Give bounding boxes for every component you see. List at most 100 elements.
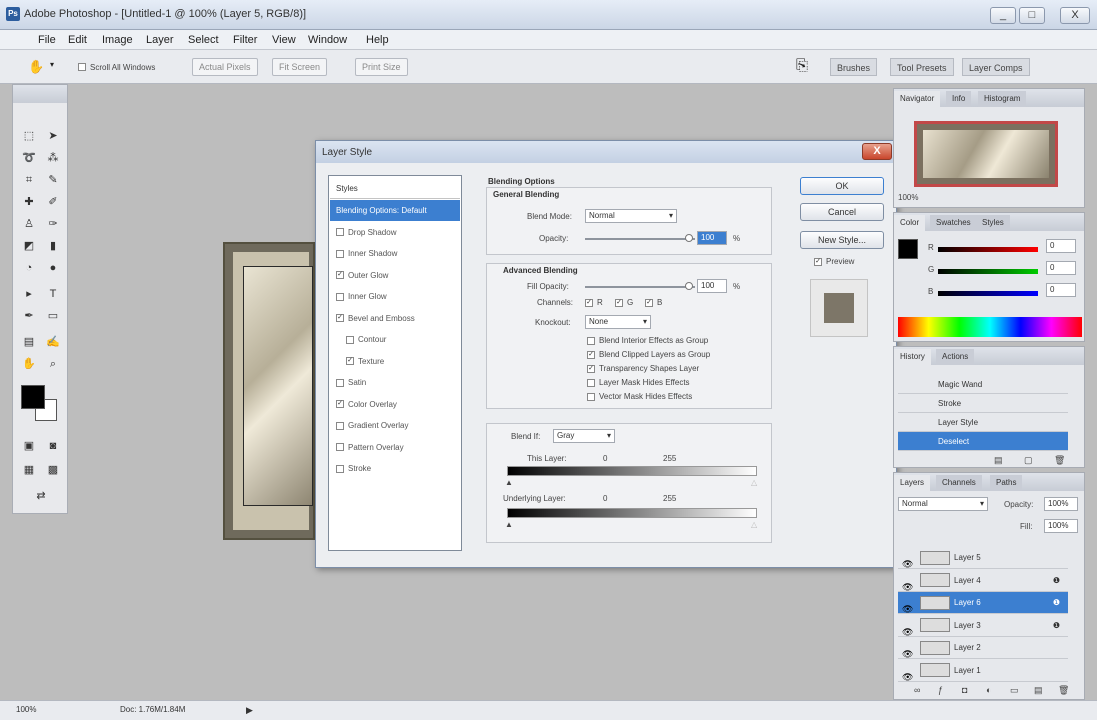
tab-styles[interactable]: Styles — [976, 215, 1010, 231]
add-style-icon[interactable]: ƒ — [938, 685, 943, 695]
notes-tool-icon[interactable]: ▤ — [19, 333, 39, 351]
eraser-tool-icon[interactable]: ◩ — [19, 237, 39, 255]
crop-tool-icon[interactable]: ⌗ — [19, 171, 39, 189]
style-checkbox[interactable] — [336, 443, 344, 452]
color-b-input[interactable]: 0 — [1046, 283, 1076, 297]
advanced-option[interactable]: Layer Mask Hides Effects — [587, 378, 690, 387]
advanced-option[interactable]: Blend Interior Effects as Group — [587, 336, 708, 345]
channel-g[interactable]: ✓ G — [615, 298, 633, 307]
advanced-option[interactable]: Vector Mask Hides Effects — [587, 392, 692, 401]
layer-effects-icon[interactable]: ❶ — [1053, 615, 1060, 637]
quick-mask-icon[interactable]: ◙ — [43, 437, 63, 455]
path-selection-icon[interactable]: ▸ — [19, 285, 39, 303]
advanced-option-checkbox[interactable] — [587, 378, 595, 387]
fill-opacity-slider[interactable] — [585, 286, 695, 288]
delete-layer-icon[interactable]: 🗑 — [1058, 685, 1069, 696]
advanced-option-checkbox[interactable] — [587, 392, 595, 401]
style-checkbox[interactable]: ✓ — [336, 400, 344, 409]
advanced-option-checkbox[interactable]: ✓ — [587, 364, 595, 373]
layer-row[interactable]: 👁 Layer 3❶ — [898, 615, 1068, 637]
tab-color[interactable]: Color — [894, 215, 926, 231]
style-checkbox[interactable]: ✓ — [336, 314, 344, 323]
print-size-button[interactable]: Print Size — [355, 58, 408, 76]
scroll-all-option[interactable]: Scroll All Windows — [78, 62, 155, 73]
shape-tool-icon[interactable]: ▭ — [43, 307, 63, 325]
fullscreen-mode-icon[interactable]: ▩ — [43, 461, 63, 479]
tab-tool-presets[interactable]: Tool Presets — [890, 58, 954, 76]
history-new-document-icon[interactable]: ▢ — [1024, 455, 1033, 466]
style-item[interactable]: Gradient Overlay — [330, 415, 460, 436]
menu-select[interactable]: Select — [188, 34, 219, 46]
advanced-option-checkbox[interactable] — [587, 336, 595, 345]
color-b-slider[interactable] — [938, 291, 1038, 296]
history-item[interactable]: Stroke — [898, 394, 1068, 413]
new-group-icon[interactable]: ▭ — [1010, 685, 1019, 696]
tab-actions[interactable]: Actions — [936, 349, 975, 365]
type-tool-icon[interactable]: T — [43, 285, 63, 303]
menu-edit[interactable]: Edit — [68, 34, 87, 46]
styles-header[interactable]: Styles — [330, 178, 460, 199]
navigator-thumbnail[interactable] — [914, 121, 1058, 187]
dodge-tool-icon[interactable]: ● — [43, 259, 63, 277]
style-checkbox[interactable] — [336, 228, 344, 237]
opacity-slider-thumb[interactable] — [685, 234, 693, 242]
this-layer-high-handle-icon[interactable]: △ — [751, 478, 757, 487]
style-checkbox[interactable] — [336, 378, 344, 387]
tab-swatches[interactable]: Swatches — [930, 215, 977, 231]
layer-row[interactable]: 👁 Layer 6❶ — [898, 592, 1068, 614]
preview-option[interactable]: ✓ Preview — [814, 257, 854, 266]
underlying-low-handle-icon[interactable]: ▲ — [505, 520, 513, 529]
menu-view[interactable]: View — [272, 34, 296, 46]
history-delete-icon[interactable]: 🗑 — [1054, 455, 1065, 466]
style-item[interactable]: Contour — [330, 329, 460, 350]
style-item[interactable]: ✓ Bevel and Emboss — [330, 308, 460, 329]
advanced-option[interactable]: ✓ Transparency Shapes Layer — [587, 364, 699, 373]
layer-row[interactable]: 👁 Layer 5 — [898, 547, 1068, 569]
history-new-snapshot-icon[interactable]: ▤ — [994, 455, 1003, 466]
close-button[interactable]: X — [1060, 7, 1090, 24]
style-item[interactable]: Inner Glow — [330, 286, 460, 307]
clone-stamp-icon[interactable]: ♙ — [19, 215, 39, 233]
new-style-button[interactable]: New Style... — [800, 231, 884, 249]
status-arrow-icon[interactable]: ▶ — [246, 705, 253, 716]
underlying-high-handle-icon[interactable]: △ — [751, 520, 757, 529]
eye-icon[interactable]: 👁 — [902, 666, 913, 688]
chevron-down-icon[interactable]: ▾ — [50, 60, 54, 69]
tab-layers[interactable]: Layers — [894, 475, 931, 491]
style-checkbox[interactable] — [346, 335, 354, 344]
layer-opacity-input[interactable]: 100% — [1044, 497, 1078, 511]
color-foreground-swatch[interactable] — [898, 239, 918, 259]
layer-effects-icon[interactable]: ❶ — [1053, 592, 1060, 614]
layer-row[interactable]: 👁 Layer 4❶ — [898, 570, 1068, 592]
style-item[interactable]: ✓ Color Overlay — [330, 394, 460, 415]
menu-file[interactable]: File — [38, 34, 56, 46]
style-item[interactable]: ✓ Outer Glow — [330, 265, 460, 286]
tab-channels[interactable]: Channels — [936, 475, 982, 491]
minimize-button[interactable]: _ — [990, 7, 1016, 24]
lasso-tool-icon[interactable]: ➰ — [19, 149, 39, 167]
style-checkbox[interactable] — [336, 421, 344, 430]
menu-window[interactable]: Window — [308, 34, 347, 46]
dialog-close-button[interactable]: X — [862, 143, 892, 160]
layer-row[interactable]: 👁 Layer 2 — [898, 637, 1068, 659]
advanced-option-checkbox[interactable]: ✓ — [587, 350, 595, 359]
color-r-slider[interactable] — [938, 247, 1038, 252]
foreground-color-swatch-top[interactable] — [21, 385, 45, 409]
style-checkbox[interactable] — [336, 292, 344, 301]
menu-layer[interactable]: Layer — [146, 34, 174, 46]
style-item[interactable]: Pattern Overlay — [330, 437, 460, 458]
cancel-button[interactable]: Cancel — [800, 203, 884, 221]
tab-paths[interactable]: Paths — [990, 475, 1023, 491]
tab-navigator[interactable]: Navigator — [894, 91, 941, 107]
scroll-all-checkbox[interactable] — [78, 63, 86, 72]
marquee-tool-icon[interactable]: ⬚ — [19, 127, 39, 145]
color-g-slider[interactable] — [938, 269, 1038, 274]
style-item[interactable]: Inner Shadow — [330, 243, 460, 264]
blend-mode-select[interactable]: Normal ▾ — [585, 209, 677, 223]
tab-histogram[interactable]: Histogram — [978, 91, 1027, 107]
history-brush-icon[interactable]: ✑ — [43, 215, 63, 233]
actual-pixels-button[interactable]: Actual Pixels — [192, 58, 258, 76]
hand-tool-icon[interactable]: ✋ — [28, 59, 44, 75]
history-item[interactable]: Layer Style — [898, 413, 1068, 432]
adjustment-layer-icon[interactable]: ◐ — [986, 685, 991, 695]
